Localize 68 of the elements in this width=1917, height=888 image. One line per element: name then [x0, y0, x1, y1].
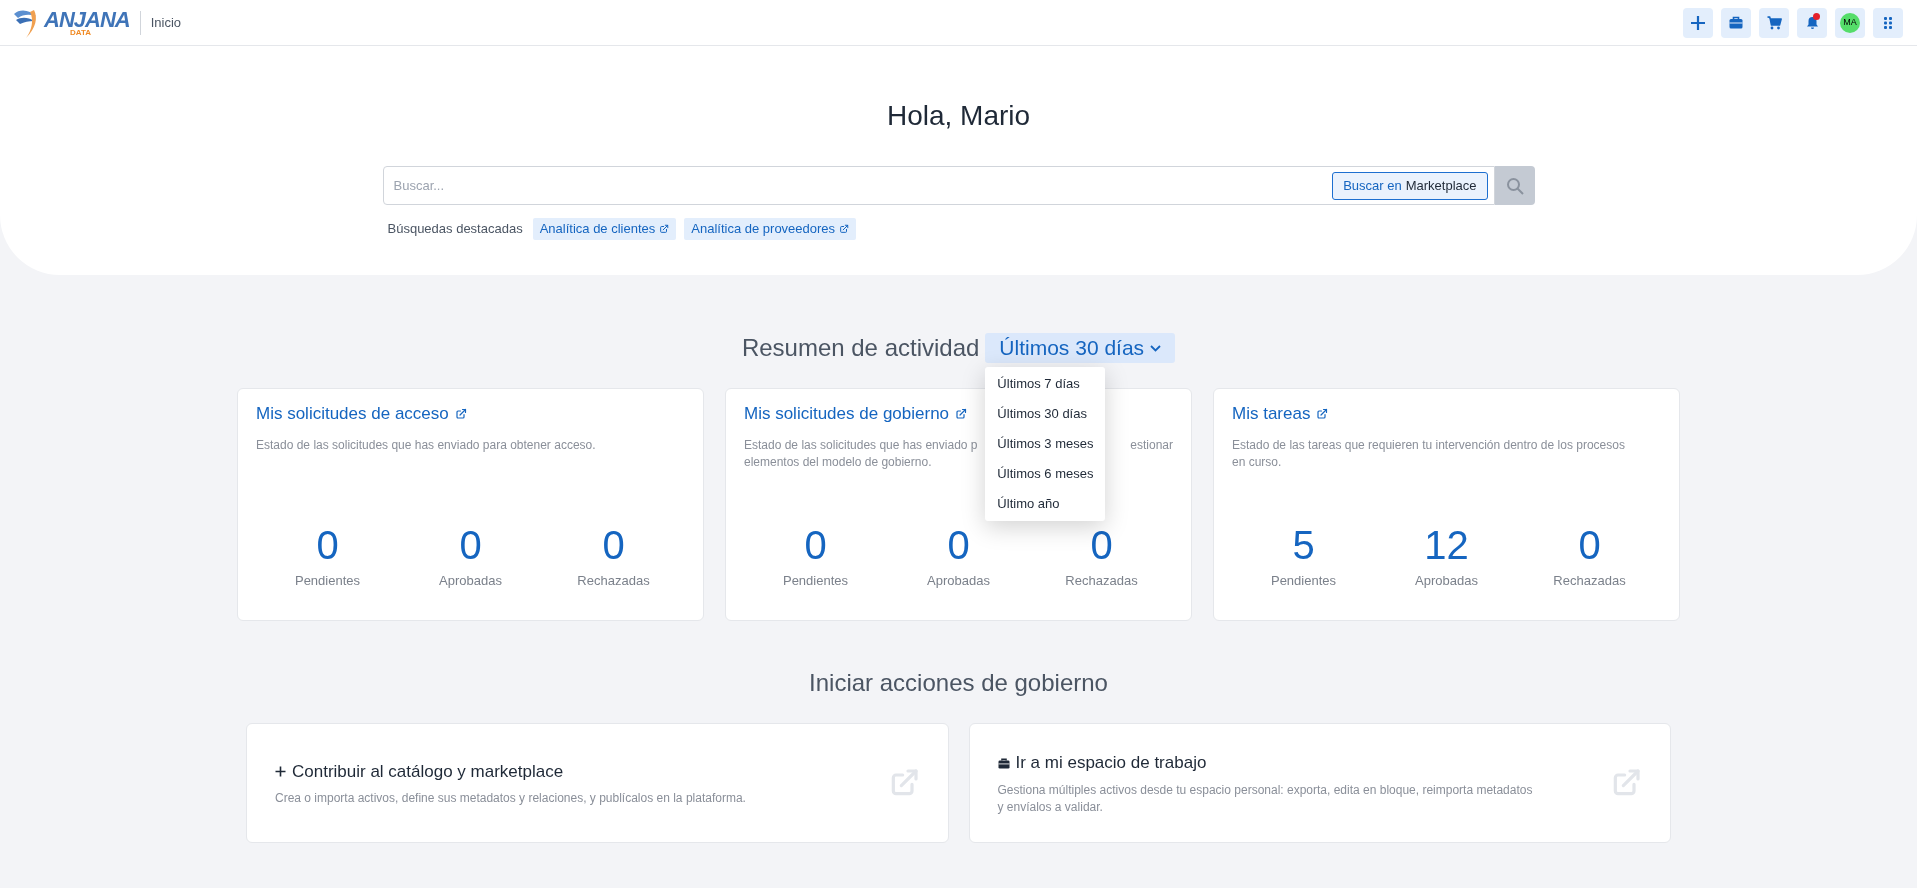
stat-label: Pendientes [782, 571, 849, 590]
action-description: Crea o importa activos, define sus metadatos y relaciones, y publícalos en la plataforma. [275, 790, 747, 808]
period-option[interactable]: Últimos 6 meses [985, 459, 1106, 489]
stat-label: Pendientes [294, 571, 361, 590]
chevron-down-icon [1150, 344, 1162, 352]
stat-label: Aprobadas [439, 571, 502, 590]
stat-value: 0 [1090, 522, 1113, 567]
cart-button[interactable] [1759, 7, 1789, 38]
stat-value: 0 [947, 522, 970, 567]
cart-icon [1766, 15, 1782, 30]
stat-label: Rechazadas [1065, 571, 1138, 590]
card-description: Estado de las solicitudes que has enviado para obtener acceso. [256, 436, 596, 454]
action-title: Ir a mi espacio de trabajo [1015, 752, 1207, 775]
stat-label: Pendientes [1270, 571, 1337, 590]
stat-label: Aprobadas [927, 571, 990, 590]
briefcase-icon [1729, 16, 1743, 29]
external-link-icon [659, 224, 670, 234]
card-title-link[interactable]: Mis solicitudes de gobierno [744, 401, 968, 427]
stat-label: Rechazadas [1553, 571, 1626, 590]
external-link-icon [955, 407, 968, 420]
period-dropdown[interactable]: Últimos 30 días [985, 333, 1176, 363]
action-card[interactable]: Contribuir al catálogo y marketplace Crea o importa activos, define sus metadatos y relaciones, y publícalos en la plataforma. [246, 723, 949, 843]
featured-searches-label: Búsquedas destacadas [387, 220, 523, 239]
card-title-link[interactable]: Mis solicitudes de acceso [256, 401, 467, 427]
stat-value: 5 [1292, 522, 1315, 567]
plus-icon [1690, 14, 1706, 31]
card-description: estionar [1130, 436, 1173, 454]
stat-value: 12 [1424, 522, 1469, 567]
stat-value: 0 [804, 522, 827, 567]
workspace-button[interactable] [1721, 7, 1751, 38]
add-button[interactable] [1683, 7, 1713, 38]
breadcrumb[interactable]: Inicio [150, 12, 182, 33]
stat-value: 0 [459, 522, 482, 567]
plus-icon [275, 766, 286, 777]
card-description: en curso. [1232, 453, 1282, 471]
period-option[interactable]: Últimos 3 meses [985, 429, 1106, 459]
external-link-icon [839, 224, 850, 234]
period-option[interactable]: Últimos 7 días [985, 369, 1106, 399]
featured-search-link[interactable]: Analítica de clientes [532, 218, 677, 240]
stat-value: 0 [602, 522, 625, 567]
card-description: elementos del modelo de gobierno. [744, 453, 932, 471]
stat-value: 0 [1578, 522, 1601, 567]
search-scope-button[interactable]: Buscar en Marketplace [1332, 171, 1488, 200]
card-description: Estado de las tareas que requieren tu intervención dentro de los procesos [1232, 436, 1625, 454]
apps-icon [1884, 16, 1892, 29]
logo[interactable]: ANJANA DATA [12, 5, 130, 40]
apps-button[interactable] [1873, 7, 1903, 38]
bell-icon [1805, 15, 1819, 30]
stat-value: 0 [316, 522, 339, 567]
greeting-heading: Hola, Mario [886, 99, 1031, 133]
card-title-link[interactable]: Mis tareas [1232, 401, 1329, 427]
action-description: Gestiona múltiples activos desde tu espacio personal: exporta, edita en bloque, reimporta metadatos y envíalos a validar. [997, 781, 1534, 816]
card-description: Estado de las solicitudes que has enviado p [744, 436, 978, 454]
briefcase-icon [997, 757, 1010, 769]
notifications-button[interactable] [1797, 7, 1827, 38]
external-link-icon [1316, 407, 1329, 420]
activity-heading: Resumen de actividad [741, 333, 980, 363]
search-field[interactable]: Buscar... Buscar en Marketplace [382, 166, 1495, 205]
action-card[interactable]: Ir a mi espacio de trabajo Gestiona múltiples activos desde tu espacio personal: exporta, edita en bloque, reimporta metadatos y envíalos a validar. [968, 723, 1671, 843]
search-icon [1505, 176, 1524, 195]
stat-label: Aprobadas [1415, 571, 1478, 590]
featured-search-link[interactable]: Analítica de proveedores [684, 218, 857, 240]
period-option[interactable]: Últimos 30 días [985, 399, 1106, 429]
external-link-icon [454, 407, 467, 420]
stat-label: Rechazadas [577, 571, 650, 590]
period-option[interactable]: Último año [985, 489, 1106, 519]
action-title: Contribuir al catálogo y marketplace [292, 760, 564, 783]
governance-heading: Iniciar acciones de gobierno [809, 668, 1108, 698]
